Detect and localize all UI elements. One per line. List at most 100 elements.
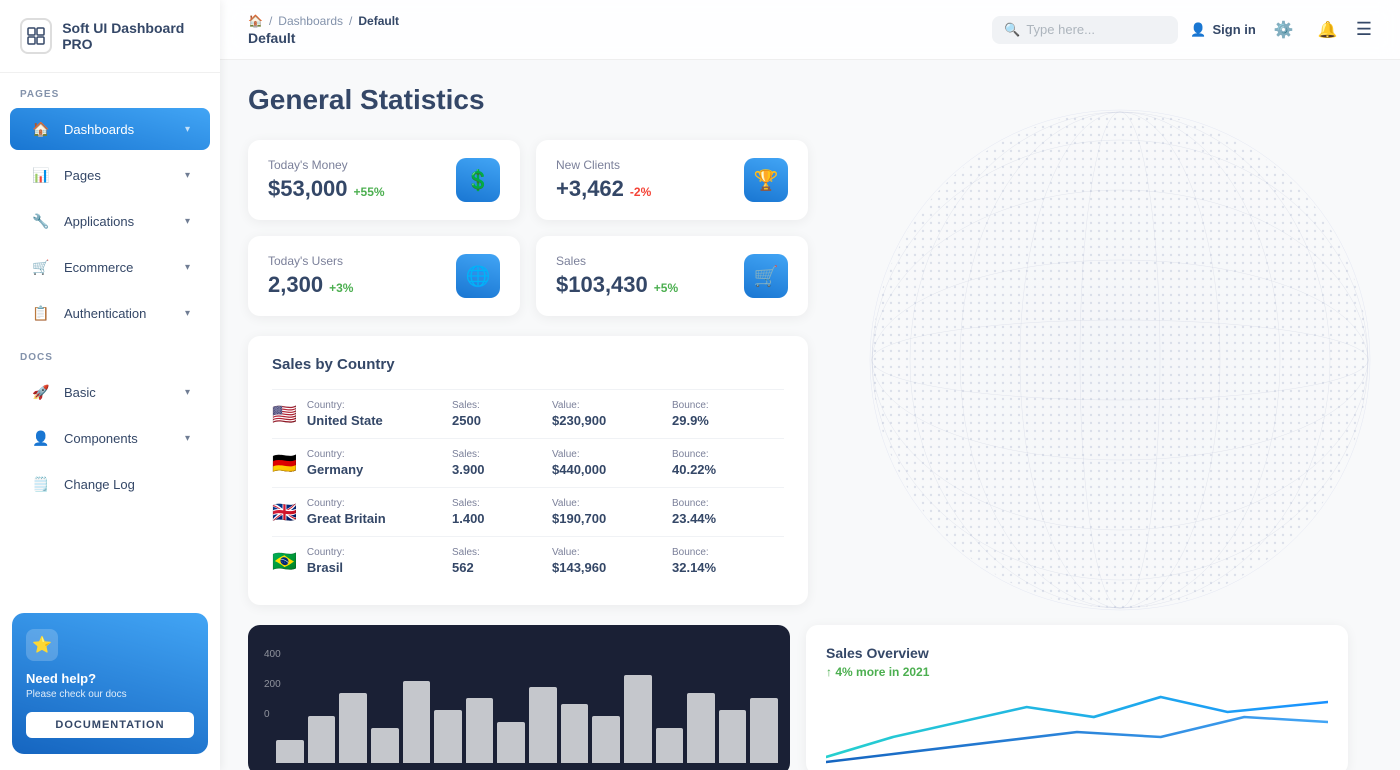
stat-value-users: 2,300	[268, 272, 323, 298]
bar	[403, 681, 431, 763]
sidebar-item-authentication[interactable]: 📋 Authentication ▾	[10, 292, 210, 334]
help-title: Need help?	[26, 671, 194, 686]
bar-chart-container	[276, 663, 778, 763]
authentication-icon: 📋	[30, 302, 52, 324]
bar	[308, 716, 336, 763]
stat-change-users: +3%	[329, 281, 353, 295]
sidebar-item-dashboards[interactable]: 🏠 Dashboards ▾	[10, 108, 210, 150]
sidebar-item-changelog[interactable]: 🗒️ Change Log	[10, 463, 210, 505]
stat-card-sales: Sales $103,430 +5% 🛒	[536, 236, 808, 316]
settings-button[interactable]: ⚙️	[1268, 14, 1300, 46]
country-row: 🇧🇷 Country: Brasil Sales: 562 Value: $14…	[272, 536, 784, 585]
country-row: 🇺🇸 Country: United State Sales: 2500 Val…	[272, 389, 784, 438]
bar	[466, 698, 494, 763]
sales-overview-card: Sales Overview ↑ 4% more in 2021	[806, 625, 1348, 770]
pages-section-label: PAGES	[0, 73, 220, 106]
country-cell-sales: Sales: 1.400	[452, 498, 552, 526]
country-cell-bounce: Bounce: 29.9%	[672, 400, 772, 428]
basic-icon: 🚀	[30, 381, 52, 403]
breadcrumb-dashboards[interactable]: Dashboards	[278, 14, 343, 28]
menu-button[interactable]: ☰	[1356, 19, 1372, 40]
stat-card-clients: New Clients +3,462 -2% 🏆	[536, 140, 808, 220]
sidebar-item-changelog-label: Change Log	[64, 477, 190, 492]
sales-by-country: Sales by Country 🇺🇸 Country: United Stat…	[248, 336, 808, 605]
sidebar-item-authentication-label: Authentication	[64, 306, 173, 321]
sidebar-logo: Soft UI Dashboard PRO	[0, 0, 220, 73]
bar	[719, 710, 747, 763]
breadcrumb-current: Default	[358, 14, 399, 28]
sidebar-item-dashboards-label: Dashboards	[64, 122, 173, 137]
country-cell-sales: Sales: 3.900	[452, 449, 552, 477]
stat-value-money: $53,000	[268, 176, 348, 202]
bar-y-400: 400	[264, 649, 281, 660]
country-cell-bounce: Bounce: 23.44%	[672, 498, 772, 526]
bar	[561, 704, 589, 763]
sidebar-item-ecommerce-label: Ecommerce	[64, 260, 173, 275]
user-icon: 👤	[1190, 22, 1206, 38]
country-cell-value: Value: $230,900	[552, 400, 672, 428]
stat-icon-money: 💲	[456, 158, 500, 202]
logo-icon	[20, 18, 52, 54]
bar	[497, 722, 525, 763]
chevron-down-icon: ▾	[185, 216, 190, 227]
signin-button[interactable]: 👤 Sign in	[1190, 22, 1256, 38]
sales-country-title: Sales by Country	[272, 356, 784, 373]
flag-icon: 🇧🇷	[272, 549, 297, 574]
bar	[339, 693, 367, 763]
flag-icon: 🇬🇧	[272, 500, 297, 525]
stat-value-sales: $103,430	[556, 272, 648, 298]
search-input[interactable]	[1026, 22, 1166, 37]
main-content: 🏠 / Dashboards / Default Default 🔍 👤 Sig…	[220, 0, 1400, 770]
country-cell-value: Value: $143,960	[552, 547, 672, 575]
chevron-down-icon: ▾	[185, 308, 190, 319]
sidebar-item-basic[interactable]: 🚀 Basic ▾	[10, 371, 210, 413]
dashboard-icon: 🏠	[30, 118, 52, 140]
documentation-button[interactable]: DOCUMENTATION	[26, 712, 194, 738]
home-icon: 🏠	[248, 14, 263, 28]
search-box: 🔍	[992, 16, 1178, 44]
signin-label: Sign in	[1213, 22, 1256, 37]
country-cell-name: 🇧🇷 Country: Brasil	[272, 547, 452, 575]
sidebar-item-components[interactable]: 👤 Components ▾	[10, 417, 210, 459]
country-cell-name: 🇩🇪 Country: Germany	[272, 449, 452, 477]
components-icon: 👤	[30, 427, 52, 449]
country-cell-bounce: Bounce: 40.22%	[672, 449, 772, 477]
country-cell-value: Value: $190,700	[552, 498, 672, 526]
sidebar-item-applications[interactable]: 🔧 Applications ▾	[10, 200, 210, 242]
sidebar-help-card: ⭐ Need help? Please check our docs DOCUM…	[12, 613, 208, 754]
sales-overview-change: ↑ 4% more in 2021	[826, 665, 1328, 679]
header: 🏠 / Dashboards / Default Default 🔍 👤 Sig…	[220, 0, 1400, 60]
sidebar-item-applications-label: Applications	[64, 214, 173, 229]
stats-grid: Today's Money $53,000 +55% 💲 New Clients…	[248, 140, 808, 316]
stat-icon-sales: 🛒	[744, 254, 788, 298]
breadcrumb-nav: 🏠 / Dashboards / Default	[248, 14, 399, 28]
content-area: /* dots drawn via JS below */	[220, 60, 1400, 770]
chevron-down-icon: ▾	[185, 124, 190, 135]
changelog-icon: 🗒️	[30, 473, 52, 495]
country-row: 🇬🇧 Country: Great Britain Sales: 1.400 V…	[272, 487, 784, 536]
notifications-button[interactable]: 🔔	[1312, 14, 1344, 46]
chevron-down-icon: ▾	[185, 262, 190, 273]
bar	[750, 698, 778, 763]
stat-change-sales: +5%	[654, 281, 678, 295]
bar	[624, 675, 652, 763]
bar-y-0: 0	[264, 709, 270, 720]
chevron-down-icon: ▾	[185, 433, 190, 444]
stat-value-clients: +3,462	[556, 176, 624, 202]
page-title: General Statistics	[248, 84, 1372, 116]
sidebar-item-basic-label: Basic	[64, 385, 173, 400]
sidebar-item-pages[interactable]: 📊 Pages ▾	[10, 154, 210, 196]
bar	[687, 693, 715, 763]
bar	[656, 728, 684, 763]
search-icon: 🔍	[1004, 22, 1020, 38]
bar	[276, 740, 304, 763]
country-cell-sales: Sales: 2500	[452, 400, 552, 428]
country-table: 🇺🇸 Country: United State Sales: 2500 Val…	[272, 389, 784, 585]
stat-icon-clients: 🏆	[744, 158, 788, 202]
country-cell-name: 🇺🇸 Country: United State	[272, 400, 452, 428]
stat-label-sales: Sales	[556, 254, 678, 268]
help-subtitle: Please check our docs	[26, 689, 194, 700]
breadcrumb: 🏠 / Dashboards / Default Default	[248, 14, 399, 46]
country-cell-value: Value: $440,000	[552, 449, 672, 477]
sidebar-item-ecommerce[interactable]: 🛒 Ecommerce ▾	[10, 246, 210, 288]
